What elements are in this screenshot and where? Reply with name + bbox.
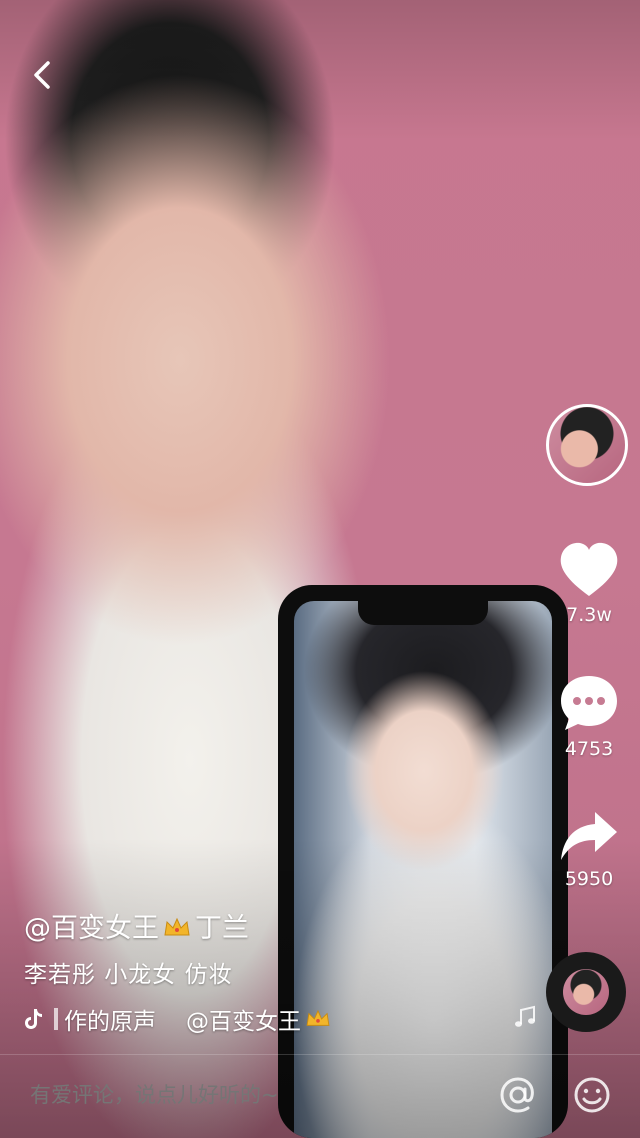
back-button[interactable] <box>26 58 60 92</box>
music-marquee[interactable]: 作的原声 @百变女王 <box>24 1002 524 1036</box>
author-avatar[interactable] <box>546 404 628 486</box>
share-count: 5950 <box>564 868 614 890</box>
video-caption: 李若彤 小龙女 仿妆 <box>24 962 233 988</box>
username-suffix: 丁兰 <box>195 913 249 944</box>
comment-input[interactable] <box>30 1083 470 1107</box>
music-title: 作的原声 <box>64 1009 156 1035</box>
heart-icon <box>560 542 618 596</box>
username-prefix: @百变女王 <box>24 913 159 944</box>
music-credit: @百变女王 <box>186 1009 301 1035</box>
like-count: 7.3w <box>566 604 612 626</box>
like-button[interactable]: 7.3w <box>544 540 634 626</box>
comment-button[interactable]: 4753 <box>544 672 634 760</box>
marquee-edge <box>54 1008 58 1030</box>
held-phone-notch <box>358 601 488 625</box>
at-sign-icon[interactable] <box>498 1075 538 1115</box>
comment-count: 4753 <box>564 738 614 760</box>
crown-emoji-icon <box>164 917 190 936</box>
top-shade <box>0 0 640 140</box>
music-disc-cover <box>563 969 609 1015</box>
crown-emoji-icon <box>306 1009 330 1026</box>
chevron-left-icon <box>34 61 50 89</box>
share-arrow-icon <box>561 812 617 860</box>
speech-bubble-icon <box>561 676 617 730</box>
music-disc[interactable] <box>546 952 626 1032</box>
share-button[interactable]: 5950 <box>544 808 634 890</box>
tiktok-logo-icon <box>25 1009 42 1029</box>
smiley-icon[interactable] <box>572 1075 612 1115</box>
music-note-icon <box>515 1005 535 1027</box>
comment-bar <box>0 1055 640 1138</box>
author-username[interactable]: @百变女王 丁兰 <box>24 906 249 945</box>
